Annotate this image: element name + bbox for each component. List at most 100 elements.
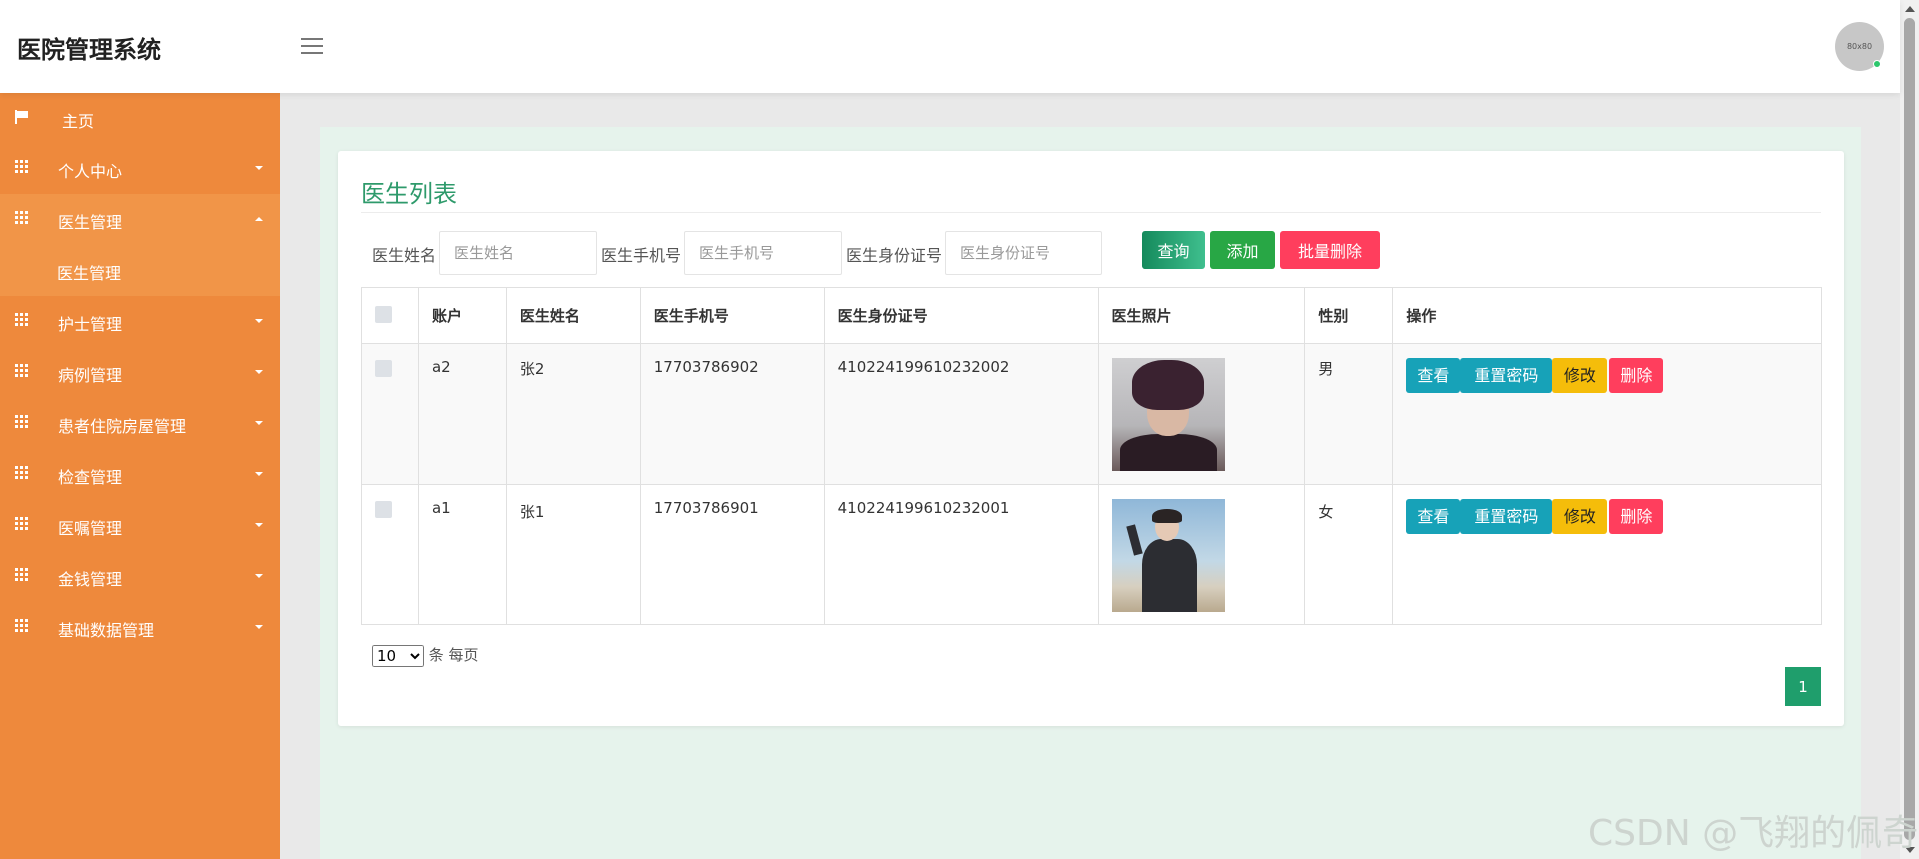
sidebar-item-label: 医嘱管理	[58, 519, 123, 538]
sidebar-item-label: 医生管理	[58, 213, 123, 232]
delete-button[interactable]: 删除	[1609, 499, 1664, 534]
table-row: a1 张1 17703786901 410224199610232001 女 查…	[361, 484, 1822, 625]
sidebar-item-label: 患者住院房屋管理	[58, 417, 187, 436]
name-cell: 张2	[505, 343, 641, 485]
doctor-photo	[1111, 358, 1225, 471]
reset-password-button[interactable]: 重置密码	[1460, 499, 1553, 534]
app-title: 医院管理系统	[17, 36, 161, 64]
doctor-id-label: 医生身份证号	[846, 246, 943, 265]
sidebar-item-personal-center[interactable]: 个人中心	[0, 143, 280, 194]
grid-icon	[15, 364, 28, 377]
delete-button[interactable]: 删除	[1609, 358, 1664, 393]
id-number-cell: 410224199610232002	[823, 343, 1099, 485]
table-header-row: 账户 医生姓名 医生手机号 医生身份证号 医生照片 性别 操作	[361, 287, 1822, 344]
sidebar-item-home[interactable]: 主页	[0, 93, 280, 143]
sidebar-item-order-management[interactable]: 医嘱管理	[0, 500, 280, 551]
caret-down-icon	[255, 421, 263, 425]
doctor-phone-label: 医生手机号	[601, 246, 682, 265]
column-header: 账户	[417, 287, 507, 344]
select-all-checkbox[interactable]	[375, 306, 392, 323]
sidebar-item-label: 主页	[62, 112, 95, 131]
view-button[interactable]: 查看	[1406, 499, 1461, 534]
page-button-current[interactable]: 1	[1785, 667, 1821, 706]
caret-down-icon	[255, 625, 263, 629]
gender-cell: 女	[1304, 484, 1394, 625]
row-checkbox[interactable]	[375, 360, 392, 377]
id-number-cell: 410224199610232001	[823, 484, 1099, 625]
caret-down-icon	[255, 166, 263, 170]
view-button[interactable]: 查看	[1406, 358, 1461, 393]
gender-cell: 男	[1304, 343, 1394, 485]
sidebar-item-base-data-management[interactable]: 基础数据管理	[0, 602, 280, 653]
scrollbar-thumb[interactable]	[1904, 18, 1915, 840]
column-header: 医生姓名	[505, 287, 641, 344]
doctor-table: 账户 医生姓名 医生手机号 医生身份证号 医生照片 性别 操作 a2 张2 17…	[361, 287, 1822, 625]
account-cell: a2	[417, 343, 507, 485]
grid-icon	[15, 415, 28, 428]
title-divider	[361, 212, 1821, 213]
doctor-photo	[1111, 499, 1225, 612]
avatar[interactable]: 80x80	[1835, 22, 1884, 71]
sidebar-item-exam-management[interactable]: 检查管理	[0, 449, 280, 500]
sidebar-subitem-label: 医生管理	[57, 264, 122, 283]
photo-cell	[1097, 343, 1306, 485]
grid-icon	[15, 568, 28, 581]
add-button[interactable]: 添加	[1210, 231, 1275, 269]
row-select-cell	[361, 343, 419, 485]
query-button[interactable]: 查询	[1142, 231, 1205, 269]
actions-cell: 查看 重置密码 修改 删除	[1392, 484, 1822, 625]
sidebar-item-ward-management[interactable]: 患者住院房屋管理	[0, 398, 280, 449]
name-cell: 张1	[505, 484, 641, 625]
sidebar: 主页 个人中心 医生管理 医生管理 护士管理 病例管理 患者住院房屋管理 检查管…	[0, 93, 280, 859]
edit-button[interactable]: 修改	[1552, 358, 1608, 393]
doctor-id-input[interactable]	[945, 231, 1102, 275]
caret-down-icon	[255, 472, 263, 476]
grid-icon	[15, 211, 28, 224]
column-header: 性别	[1304, 287, 1394, 344]
doctor-name-label: 医生姓名	[372, 246, 437, 265]
doctor-name-input[interactable]	[439, 231, 597, 275]
caret-down-icon	[255, 319, 263, 323]
caret-down-icon	[255, 523, 263, 527]
menu-toggle-icon[interactable]	[301, 38, 323, 56]
grid-icon	[15, 466, 28, 479]
edit-button[interactable]: 修改	[1552, 499, 1608, 534]
sidebar-item-money-management[interactable]: 金钱管理	[0, 551, 280, 602]
column-header: 医生手机号	[639, 287, 825, 344]
column-header: 医生照片	[1097, 287, 1306, 344]
page-size-suffix: 条 每页	[428, 646, 479, 664]
page-size-control: 10 条 每页	[372, 644, 479, 667]
caret-down-icon	[255, 370, 263, 374]
scroll-up-icon[interactable]	[1905, 6, 1915, 12]
photo-cell	[1097, 484, 1306, 625]
doctor-phone-input[interactable]	[684, 231, 842, 275]
grid-icon	[15, 160, 28, 173]
doctor-list-panel: 医生列表 医生姓名 医生手机号 医生身份证号 查询 添加 批量删除 账户 医生姓…	[338, 151, 1844, 726]
column-header: 操作	[1392, 287, 1822, 344]
row-select-cell	[361, 484, 419, 625]
grid-icon	[15, 313, 28, 326]
sidebar-item-doctor-management[interactable]: 医生管理	[0, 194, 280, 245]
caret-up-icon	[255, 217, 263, 221]
vertical-scrollbar[interactable]	[1900, 0, 1919, 859]
page-size-select[interactable]: 10	[372, 644, 424, 667]
actions-cell: 查看 重置密码 修改 删除	[1392, 343, 1822, 485]
sidebar-item-label: 金钱管理	[58, 570, 123, 589]
avatar-placeholder-text: 80x80	[1846, 42, 1873, 51]
batch-delete-button[interactable]: 批量删除	[1280, 231, 1380, 269]
sidebar-item-label: 病例管理	[58, 366, 123, 385]
sidebar-item-nurse-management[interactable]: 护士管理	[0, 296, 280, 347]
sidebar-subitem-doctor-management[interactable]: 医生管理	[0, 245, 280, 296]
phone-cell: 17703786902	[639, 343, 825, 485]
account-cell: a1	[417, 484, 507, 625]
row-checkbox[interactable]	[375, 501, 392, 518]
reset-password-button[interactable]: 重置密码	[1460, 358, 1553, 393]
caret-down-icon	[255, 574, 263, 578]
watermark: CSDN @飞翔的佩奇	[1588, 813, 1919, 854]
sidebar-item-label: 护士管理	[58, 315, 123, 334]
phone-cell: 17703786901	[639, 484, 825, 625]
select-all-cell	[361, 287, 419, 344]
sidebar-item-case-management[interactable]: 病例管理	[0, 347, 280, 398]
sidebar-item-label: 基础数据管理	[58, 621, 155, 640]
table-row: a2 张2 17703786902 410224199610232002 男 查…	[361, 343, 1822, 485]
